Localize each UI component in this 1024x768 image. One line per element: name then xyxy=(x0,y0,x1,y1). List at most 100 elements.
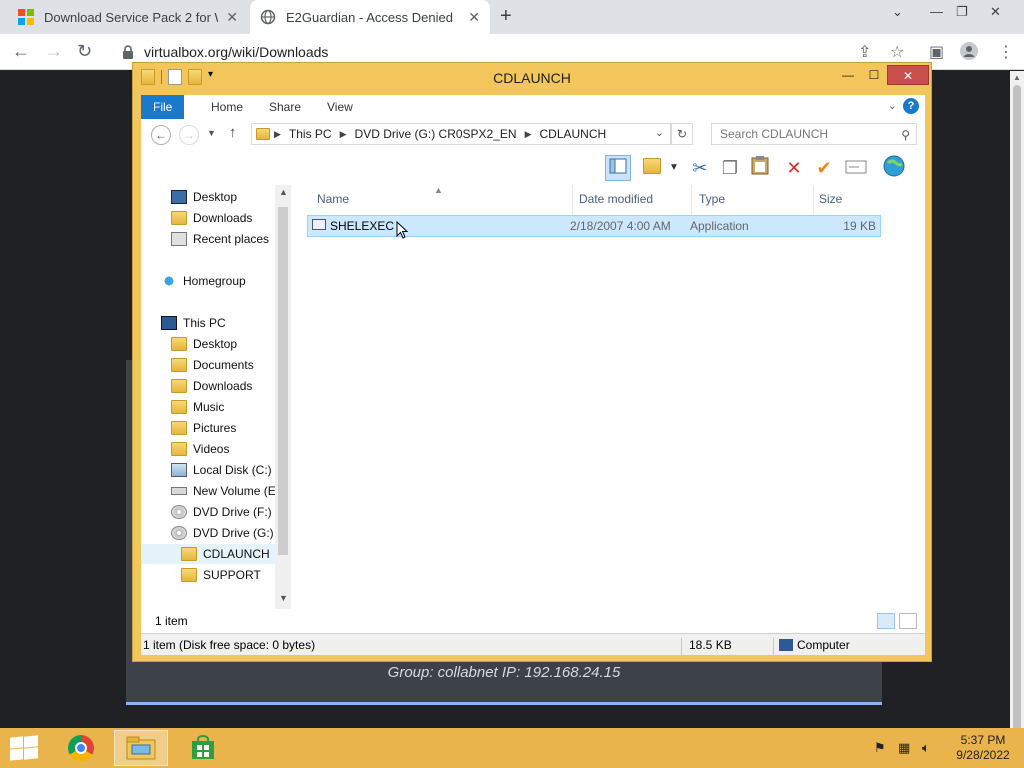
new-tab-button[interactable]: + xyxy=(500,5,512,28)
breadcrumb-dvd-drive[interactable]: DVD Drive (G:) CR0SPX2_EN xyxy=(355,127,517,141)
recent-locations-chevron-icon[interactable]: ▼ xyxy=(207,128,216,138)
tab-share[interactable]: Share xyxy=(257,95,313,119)
expand-ribbon-chevron-icon[interactable]: ⌄ xyxy=(888,99,897,112)
navigation-pane-scrollbar[interactable]: ▲ ▼ xyxy=(275,185,291,609)
tab-search-chevron-icon[interactable]: ⌄ xyxy=(892,4,903,20)
nav-item-desktop[interactable]: Desktop xyxy=(171,334,237,354)
nav-item-dvd-drive-g[interactable]: DVD Drive (G:) CI xyxy=(171,523,289,543)
close-tab-icon[interactable]: ✕ xyxy=(226,9,238,26)
nav-item-support[interactable]: SUPPORT xyxy=(181,565,261,585)
nav-item-documents[interactable]: Documents xyxy=(171,355,254,375)
file-row-shelexec[interactable]: SHELEXEC 2/18/2007 4:00 AM Application 1… xyxy=(307,215,881,237)
cut-scissors-icon[interactable]: ✂ xyxy=(687,155,713,181)
close-tab-icon[interactable]: ✕ xyxy=(468,9,480,26)
help-icon[interactable]: ? xyxy=(903,98,919,114)
nav-item-desktop-fav[interactable]: Desktop xyxy=(171,187,237,207)
scroll-up-icon[interactable]: ▲ xyxy=(279,187,288,197)
kebab-menu-icon[interactable]: ⋮ xyxy=(998,42,1014,62)
nav-item-music[interactable]: Music xyxy=(171,397,224,417)
reload-icon[interactable]: ↻ xyxy=(77,41,92,62)
nav-item-label: SUPPORT xyxy=(203,568,261,582)
share-icon[interactable]: ⇪ xyxy=(858,42,871,62)
large-icons-view-icon[interactable] xyxy=(899,613,917,629)
nav-item-cdlaunch[interactable]: CDLAUNCH xyxy=(141,544,283,564)
nav-item-label: Downloads xyxy=(193,211,253,225)
nav-item-dvd-drive-f[interactable]: DVD Drive (F:) vir xyxy=(171,502,288,522)
back-arrow-icon[interactable]: ← xyxy=(151,125,171,145)
breadcrumb-separator-icon[interactable]: ▶ xyxy=(525,129,532,140)
breadcrumb-separator-icon[interactable]: ▶ xyxy=(274,129,281,140)
nav-item-pictures[interactable]: Pictures xyxy=(171,418,236,438)
volume-icon[interactable]: 🔈︎ xyxy=(922,740,930,756)
scrollbar-thumb[interactable] xyxy=(1013,85,1021,768)
maximize-icon[interactable]: ☐ xyxy=(861,65,887,85)
nav-item-label: Music xyxy=(193,400,225,414)
back-arrow-icon[interactable]: ← xyxy=(12,41,30,62)
column-header-date-modified[interactable]: Date modified xyxy=(579,189,653,209)
taskbar-chrome[interactable] xyxy=(54,730,108,766)
column-divider[interactable] xyxy=(813,185,814,215)
side-panel-icon[interactable]: ▣ xyxy=(929,42,944,62)
column-header-size[interactable]: Size xyxy=(819,189,842,209)
nav-item-local-disk-c[interactable]: Local Disk (C:) xyxy=(171,460,272,480)
details-view-icon[interactable] xyxy=(877,613,895,629)
browser-tab-access-denied[interactable]: E2Guardian - Access Denied ✕ xyxy=(250,0,490,34)
music-folder-icon xyxy=(171,400,187,414)
rename-icon[interactable] xyxy=(843,155,869,181)
tab-file[interactable]: File xyxy=(141,95,185,119)
network-globe-icon[interactable] xyxy=(881,155,907,181)
minimize-icon[interactable]: — xyxy=(835,65,861,85)
column-divider[interactable] xyxy=(691,185,692,215)
nav-item-homegroup[interactable]: Homegroup xyxy=(161,271,246,291)
search-input[interactable]: Search CDLAUNCH ⚲ xyxy=(711,123,917,145)
forward-arrow-icon[interactable]: → xyxy=(179,125,199,145)
column-header-type[interactable]: Type xyxy=(699,189,725,209)
profile-avatar-icon[interactable] xyxy=(960,42,978,65)
preview-pane-icon[interactable] xyxy=(605,155,631,181)
action-center-flag-icon[interactable]: ⚑ xyxy=(874,740,886,756)
address-dropdown-chevron-icon[interactable]: ⌄ xyxy=(655,126,664,139)
taskbar-file-explorer[interactable] xyxy=(114,730,168,766)
breadcrumb-cdlaunch[interactable]: CDLAUNCH xyxy=(540,127,607,141)
breadcrumb-separator-icon[interactable]: ▶ xyxy=(340,129,347,140)
restore-window-icon[interactable]: ❐ xyxy=(956,4,968,20)
explorer-title-bar[interactable]: ▾ CDLAUNCH — ☐ ✕ xyxy=(133,63,931,93)
scroll-up-icon[interactable]: ▲ xyxy=(1013,73,1021,82)
column-header-name[interactable]: Name xyxy=(317,189,349,209)
page-scrollbar[interactable]: ▲ ▼ xyxy=(1010,71,1024,768)
up-arrow-icon[interactable]: ↑ xyxy=(229,124,237,141)
folder-options-chevron-icon[interactable]: ▼ xyxy=(661,155,687,181)
nav-item-recent-places[interactable]: Recent places xyxy=(171,229,269,249)
nav-item-this-pc[interactable]: This PC xyxy=(161,313,226,333)
refresh-icon[interactable]: ↻ xyxy=(671,123,693,145)
network-icon[interactable]: ▦ xyxy=(898,740,910,756)
delete-x-icon[interactable]: ✕ xyxy=(781,155,807,181)
checkmark-icon[interactable]: ✔ xyxy=(811,155,837,181)
nav-item-videos[interactable]: Videos xyxy=(171,439,229,459)
close-window-icon[interactable]: ✕ xyxy=(990,4,1001,20)
close-icon[interactable]: ✕ xyxy=(887,65,929,85)
start-windows-icon[interactable] xyxy=(8,735,38,761)
bookmark-star-icon[interactable]: ☆ xyxy=(890,42,904,62)
scrollbar-thumb[interactable] xyxy=(278,207,288,555)
taskbar-clock[interactable]: 5:37 PM 9/28/2022 xyxy=(950,733,1016,763)
paste-clipboard-icon[interactable] xyxy=(747,155,773,181)
search-placeholder: Search CDLAUNCH xyxy=(720,127,829,141)
nav-item-downloads-fav[interactable]: Downloads xyxy=(171,208,252,228)
minimize-window-icon[interactable]: — xyxy=(930,4,943,19)
folder-icon xyxy=(181,547,197,561)
folder-icon xyxy=(256,128,270,140)
explorer-address-bar[interactable]: ▶ This PC ▶ DVD Drive (G:) CR0SPX2_EN ▶ … xyxy=(251,123,671,145)
scroll-down-icon[interactable]: ▼ xyxy=(279,593,288,603)
forward-arrow-icon[interactable]: → xyxy=(45,41,63,62)
tab-home[interactable]: Home xyxy=(199,95,255,119)
nav-item-new-volume-e[interactable]: New Volume (E:) xyxy=(171,481,283,501)
nav-item-downloads[interactable]: Downloads xyxy=(171,376,252,396)
column-divider[interactable] xyxy=(572,185,573,215)
copy-icon[interactable]: ❐ xyxy=(717,155,743,181)
search-icon[interactable]: ⚲ xyxy=(901,125,910,145)
tab-view[interactable]: View xyxy=(315,95,365,119)
taskbar-store[interactable] xyxy=(176,730,230,766)
breadcrumb-this-pc[interactable]: This PC xyxy=(289,127,332,141)
browser-tab-service-pack[interactable]: Download Service Pack 2 for Wi ✕ xyxy=(8,0,248,34)
